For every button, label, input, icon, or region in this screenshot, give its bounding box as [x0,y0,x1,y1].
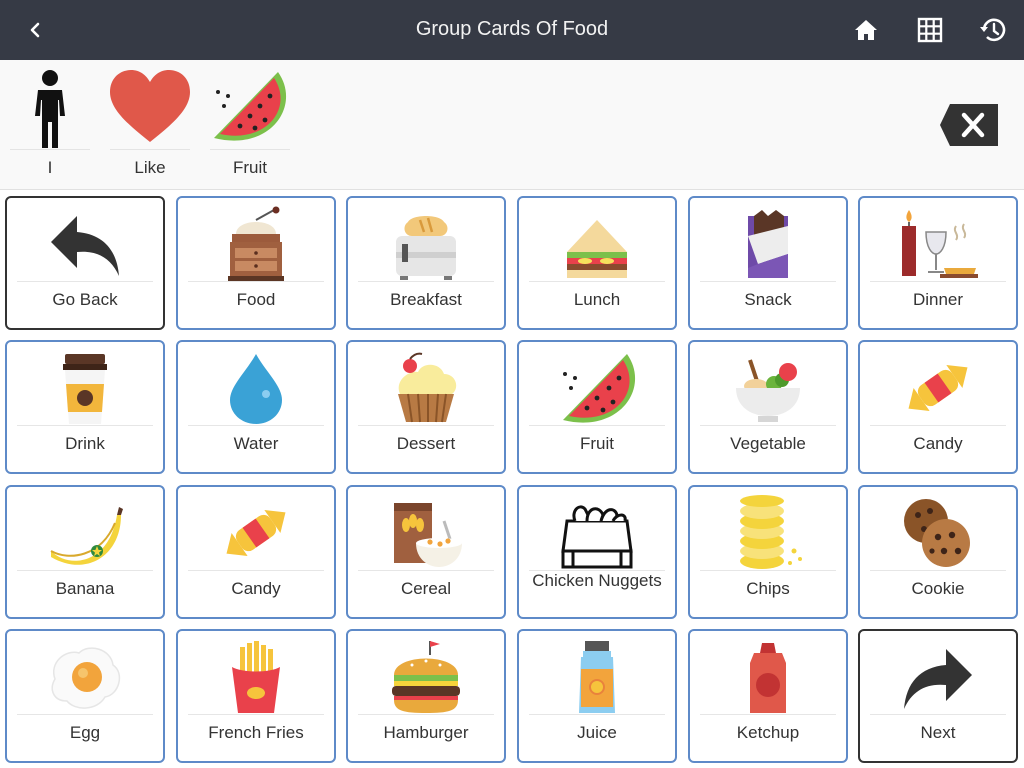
fruit-card[interactable]: Fruit [517,340,677,474]
banana-card[interactable]: Banana [5,485,165,619]
grid-icon[interactable] [914,14,946,46]
candy-card[interactable]: Candy [858,340,1018,474]
card-label: Vegetable [730,434,806,453]
sentence-item-label: I [47,158,53,177]
card-label: Water [233,434,279,453]
sentence-item-label: Fruit [233,158,267,177]
french-fries-card[interactable]: French Fries [176,629,336,763]
cookie-icon [904,499,970,567]
card-label: Lunch [573,290,621,309]
juice-card[interactable]: Juice [517,629,677,763]
home-icon[interactable] [850,14,882,46]
card-label: Egg [69,723,101,742]
chicken-nuggets-icon [561,505,633,569]
sentence-item-i[interactable]: I [10,66,90,184]
card-label: Fruit [580,434,614,453]
watermelon-icon [563,354,636,423]
go-back-card[interactable]: Go Back [5,196,165,330]
dinner-card[interactable]: Dinner [858,196,1018,330]
ketchup-card[interactable]: Ketchup [688,629,848,763]
card-label: Chips [746,579,790,598]
card-label: Banana [55,579,115,598]
person-icon [35,70,65,148]
chips-card[interactable]: Chips [688,485,848,619]
watermelon-icon [214,72,287,141]
sentence-item-fruit[interactable]: Fruit [210,66,290,184]
sentence-strip: I Like Fruit [0,60,1024,190]
cookie-card[interactable]: Cookie [858,485,1018,619]
hamburger-card[interactable]: Hamburger [346,629,506,763]
dessert-card[interactable]: Dessert [346,340,506,474]
salad-bowl-icon [736,359,800,422]
top-bar: Group Cards Of Food [0,0,1024,60]
card-label: Chicken Nuggets [532,571,662,590]
dinner-icon [902,210,978,278]
card-label: Candy [913,434,963,453]
vegetable-card[interactable]: Vegetable [688,340,848,474]
juice-bottle-icon [579,641,615,713]
coffee-cup-icon [63,354,107,424]
heart-icon [110,70,190,142]
card-label: Cereal [400,579,452,598]
candy-card-2[interactable]: Candy [176,485,336,619]
breakfast-card[interactable]: Breakfast [346,196,506,330]
backspace-icon[interactable] [940,104,998,146]
cereal-icon [394,503,462,567]
water-drop-icon [230,354,282,424]
egg-icon [51,647,121,709]
card-label: Ketchup [736,723,800,742]
chicken-nuggets-card[interactable]: Chicken Nuggets [517,485,677,619]
chips-icon [740,495,802,569]
card-label: Dinner [912,290,964,309]
card-label: French Fries [208,723,304,742]
coffee-grinder-icon [228,206,284,281]
lunch-card[interactable]: Lunch [517,196,677,330]
card-label: Cookie [911,579,965,598]
card-label: Go Back [52,290,118,309]
food-card[interactable]: Food [176,196,336,330]
back-arrow-icon [51,216,119,276]
card-label: Hamburger [383,723,469,742]
card-label: Candy [231,579,281,598]
history-icon[interactable] [977,14,1009,46]
french-fries-icon [232,641,280,713]
egg-card[interactable]: Egg [5,629,165,763]
card-label: Breakfast [390,290,462,309]
snack-card[interactable]: Snack [688,196,848,330]
card-label: Dessert [396,434,456,453]
cupcake-icon [398,352,457,423]
sentence-item-label: Like [134,158,166,177]
banana-icon [50,507,123,565]
card-label: Snack [744,290,792,309]
card-label: Juice [577,723,617,742]
chocolate-bar-icon [748,210,788,278]
hamburger-icon [392,641,460,713]
toaster-icon [396,216,456,280]
card-label: Next [920,723,956,742]
sandwich-icon [567,220,627,278]
cereal-card[interactable]: Cereal [346,485,506,619]
forward-arrow-icon [904,649,972,709]
card-label: Food [236,290,276,309]
water-card[interactable]: Water [176,340,336,474]
card-label: Drink [65,434,105,453]
candy-icon [226,510,286,556]
sentence-item-like[interactable]: Like [110,66,190,184]
next-card[interactable]: Next [858,629,1018,763]
candy-icon [908,365,968,411]
drink-card[interactable]: Drink [5,340,165,474]
ketchup-icon [750,643,786,713]
